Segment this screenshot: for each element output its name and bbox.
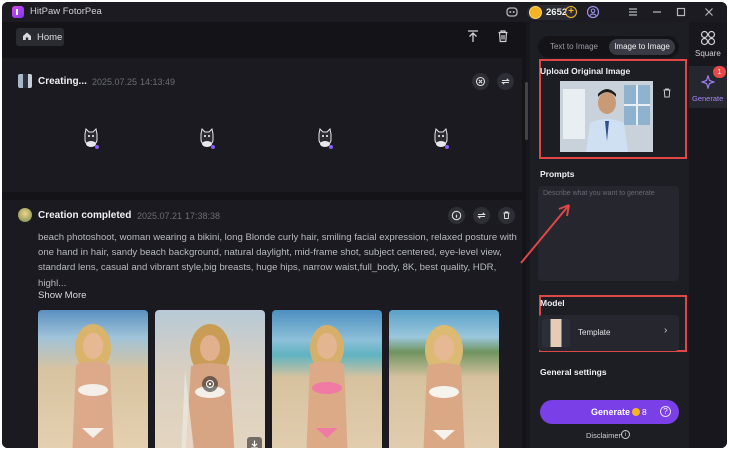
info-icon[interactable] bbox=[448, 207, 465, 224]
task-time: 17:38:38 bbox=[185, 211, 221, 221]
coin-icon bbox=[529, 6, 542, 19]
info-icon[interactable]: i bbox=[621, 430, 630, 439]
main-content: Home Creating... 2025.07.25 14:13:49 Cre… bbox=[2, 22, 528, 448]
task-card-creating: Creating... 2025.07.25 14:13:49 bbox=[2, 58, 522, 192]
add-coins-button[interactable]: + bbox=[565, 6, 577, 18]
general-settings-title[interactable]: General settings bbox=[540, 367, 607, 377]
task-title: Creating... bbox=[38, 76, 87, 87]
result-image[interactable] bbox=[389, 310, 499, 448]
uploaded-image[interactable] bbox=[560, 81, 653, 152]
scrollbar[interactable] bbox=[525, 82, 528, 140]
retry-icon[interactable] bbox=[473, 207, 490, 224]
coin-icon bbox=[632, 408, 640, 416]
tab-image-to-image[interactable]: Image to Image bbox=[609, 39, 675, 55]
loading-icon bbox=[82, 127, 100, 150]
model-thumbnail bbox=[542, 319, 570, 347]
minimize-icon[interactable] bbox=[650, 5, 664, 19]
loading-icon bbox=[198, 127, 216, 150]
trash-icon[interactable] bbox=[498, 207, 515, 224]
result-image[interactable] bbox=[272, 310, 382, 448]
close-icon[interactable] bbox=[702, 5, 716, 19]
generate-label: Generate bbox=[591, 407, 631, 417]
app-window: HitPaw FotorPea 2652 + Home Creating... … bbox=[2, 2, 727, 448]
eye-icon[interactable] bbox=[202, 376, 218, 392]
task-card-completed: Creation completed 2025.07.21 17:38:38 b… bbox=[2, 200, 522, 448]
sparkle-icon bbox=[700, 74, 716, 90]
chevron-right-icon: › bbox=[664, 325, 668, 336]
generate-cost: 8 bbox=[642, 407, 647, 417]
task-thumbnail bbox=[18, 208, 32, 222]
model-name: Template bbox=[578, 328, 611, 337]
nav-generate[interactable]: 1 Generate bbox=[689, 66, 727, 108]
home-icon bbox=[22, 31, 32, 44]
result-image[interactable] bbox=[155, 310, 265, 448]
download-icon[interactable] bbox=[247, 437, 262, 448]
model-title: Model bbox=[540, 298, 565, 308]
disclaimer-link[interactable]: Disclaimer bbox=[586, 431, 621, 440]
task-thumbnail bbox=[18, 74, 32, 88]
app-title: HitPaw FotorPea bbox=[30, 6, 102, 17]
notification-badge: 1 bbox=[713, 66, 726, 78]
right-rail: Square 1 Generate bbox=[689, 22, 727, 448]
tab-text-to-image[interactable]: Text to Image bbox=[542, 39, 606, 55]
model-selector[interactable]: Template › bbox=[538, 315, 679, 351]
menu-icon[interactable] bbox=[626, 5, 640, 19]
title-bar: HitPaw FotorPea 2652 + bbox=[2, 2, 727, 22]
app-logo bbox=[12, 6, 24, 18]
generate-button[interactable]: Generate 8 ? bbox=[540, 400, 679, 424]
task-title: Creation completed bbox=[38, 210, 132, 221]
nav-square-label[interactable]: Square bbox=[695, 49, 721, 58]
home-bar: Home bbox=[2, 22, 526, 52]
home-button[interactable]: Home bbox=[16, 28, 64, 46]
trash-icon[interactable] bbox=[661, 86, 673, 98]
retry-icon[interactable] bbox=[497, 73, 514, 90]
coin-count: 2652 bbox=[546, 7, 568, 18]
result-image[interactable] bbox=[38, 310, 148, 448]
task-date: 2025.07.25 bbox=[92, 77, 138, 87]
loading-icon bbox=[316, 127, 334, 150]
annotation-arrow bbox=[520, 204, 570, 264]
task-time: 14:13:49 bbox=[140, 77, 176, 87]
prompts-title: Prompts bbox=[540, 169, 575, 179]
upload-title: Upload Original Image bbox=[540, 66, 631, 76]
question-icon[interactable]: ? bbox=[660, 406, 671, 417]
loading-icon bbox=[432, 127, 450, 150]
home-label: Home bbox=[37, 32, 63, 43]
user-icon[interactable] bbox=[586, 5, 600, 19]
coin-balance[interactable]: 2652 + bbox=[527, 5, 577, 20]
trash-icon[interactable] bbox=[496, 29, 510, 43]
upload-top-icon[interactable] bbox=[466, 29, 480, 43]
nav-generate-label: Generate bbox=[692, 94, 724, 103]
task-date: 2025.07.21 bbox=[137, 211, 183, 221]
maximize-icon[interactable] bbox=[674, 5, 688, 19]
square-grid-icon[interactable] bbox=[700, 30, 716, 46]
discord-icon[interactable] bbox=[505, 5, 519, 19]
show-more-link[interactable]: Show More bbox=[38, 290, 87, 301]
cancel-icon[interactable] bbox=[472, 73, 489, 90]
task-prompt: beach photoshoot, woman wearing a bikini… bbox=[38, 232, 517, 289]
mode-switch: Text to Image Image to Image bbox=[538, 36, 679, 58]
